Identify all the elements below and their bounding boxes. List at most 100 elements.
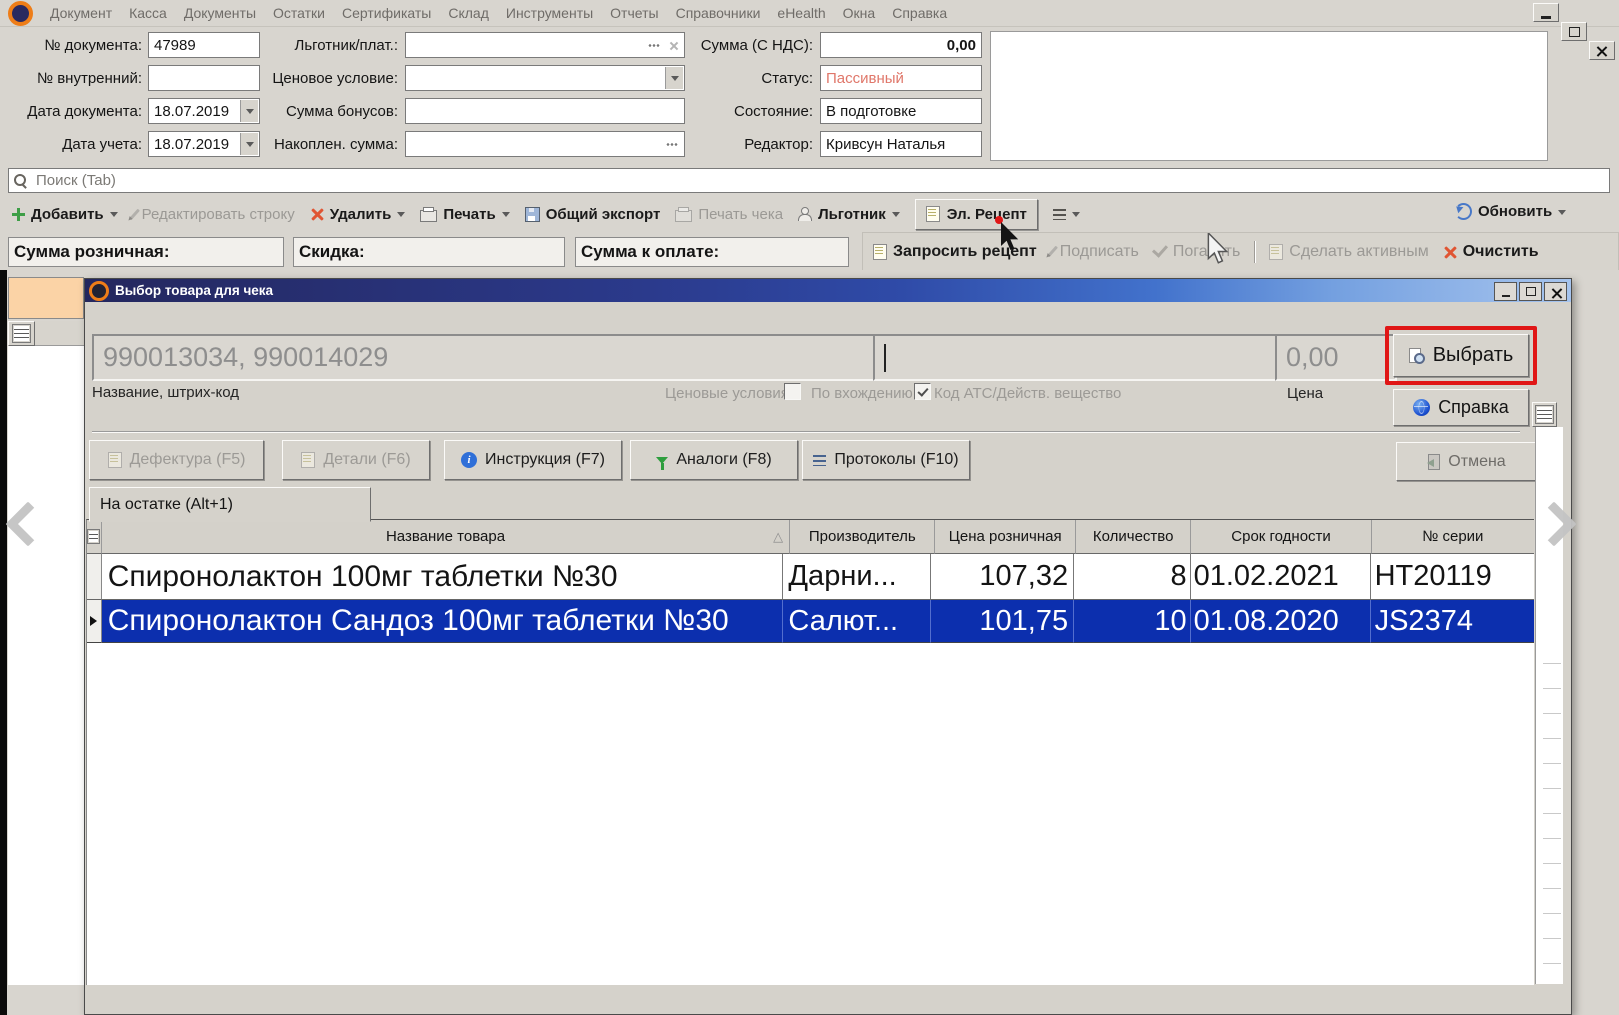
row-marker-cell [87,554,102,600]
tab-on-stock[interactable]: На остатке (Alt+1) [89,487,371,522]
search-input[interactable]: Поиск (Tab) [8,168,1610,193]
instruction-label: Инструкция (F7) [485,451,605,469]
window-minimize-button[interactable] [1533,3,1559,22]
status-label: Статус: [688,70,813,87]
window-close-button[interactable] [1589,41,1615,60]
window-restore-button[interactable] [1561,22,1587,41]
menu-item-kassa[interactable]: Касса [129,5,167,21]
price-conditions-checkbox[interactable] [784,383,801,400]
menu-item-ehealth[interactable]: eHealth [777,5,825,21]
select-button-label: Выбрать [1433,344,1514,367]
ellipsis-icon[interactable] [666,143,678,146]
internal-number-label: № внутренний: [8,70,142,87]
by-occurrence-label: По вхождению [811,385,913,402]
doc-number-field[interactable]: 47989 [148,32,260,58]
select-button[interactable]: Выбрать [1393,334,1529,377]
price-condition-field[interactable] [405,65,685,91]
price-condition-dropdown-button[interactable] [665,67,683,89]
door-icon [1428,454,1440,470]
doc-date-field[interactable]: 18.07.2019 [148,98,260,124]
dialog-price-field[interactable]: 0,00 [1275,334,1397,381]
dialog-price-value: 0,00 [1286,342,1339,373]
menu-item-reports[interactable]: Отчеты [610,5,658,21]
make-active-label: Сделать активным [1289,243,1428,261]
cancel-label: Отмена [1448,453,1505,471]
header-producer[interactable]: Производитель [790,520,935,554]
restore-icon [1569,27,1580,37]
sign-label: Подписать [1060,243,1139,261]
ellipsis-icon[interactable] [648,44,660,47]
product-select-dialog: Выбор товара для чека 990013034, 9900140… [84,278,1572,1015]
e-prescription-label: Эл. Рецепт [947,206,1027,223]
print-button[interactable]: Печать [420,206,509,223]
beneficiary-button[interactable]: Льготник [798,206,900,223]
instruction-button[interactable]: i Инструкция (F7) [444,440,622,480]
dialog-minimize-button[interactable] [1494,282,1517,301]
menu-item-document[interactable]: Документ [50,5,112,21]
analogs-label: Аналоги (F8) [676,451,771,469]
delete-button[interactable]: Удалить [310,206,406,223]
beneficiary-field[interactable] [405,32,685,58]
header-quantity[interactable]: Количество [1076,520,1192,554]
dialog-maximize-button[interactable] [1519,282,1542,301]
dialog-title-bar[interactable]: Выбор товара для чека [85,279,1571,302]
header-retail-price[interactable]: Цена розничная [935,520,1075,554]
edit-row-button: Редактировать строку [133,206,295,223]
dialog-close-button[interactable] [1544,282,1567,301]
analogs-button[interactable]: Аналоги (F8) [630,440,798,480]
menu-item-okna[interactable]: Окна [843,5,876,21]
menu-item-certificates[interactable]: Сертификаты [342,5,431,21]
menu-item-documents[interactable]: Документы [184,5,256,21]
beneficiary-label: Льготник/плат.: [250,37,398,54]
cancel-button[interactable]: Отмена [1396,442,1538,481]
bonus-sum-field[interactable] [405,98,685,124]
grid-corner-button[interactable] [1532,402,1557,427]
printer-icon [675,210,692,222]
accum-sum-field[interactable] [405,131,685,157]
app-logo-icon [8,1,33,26]
defect-button: Дефектура (F5) [89,440,264,480]
status-field: Пассивный [820,65,982,91]
doc-date-value: 18.07.2019 [154,103,229,120]
notes-panel[interactable] [990,31,1548,161]
search-icon [13,173,28,188]
doc-date-label: Дата документа: [8,103,142,120]
header-product-name[interactable]: Название товара△ [102,520,790,554]
menu-item-spravka[interactable]: Справка [892,5,947,21]
protocols-button[interactable]: Протоколы (F10) [802,440,970,480]
internal-number-field[interactable] [148,65,260,91]
current-row-icon [90,616,97,626]
dialog-search-input[interactable]: 990013034, 990014029 [92,334,875,381]
dialog-logo-icon [89,281,109,301]
clear-field-icon[interactable] [669,41,678,50]
list-menu-button[interactable] [1053,207,1080,221]
cell-retail-price: 101,75 [931,600,1074,643]
menu-item-ostatki[interactable]: Остатки [273,5,325,21]
printer-icon [420,210,437,222]
payable-sum-label: Сумма к оплате: [581,242,719,262]
table-row-selected[interactable]: Спиронолактон Сандоз 100мг таблетки №30 … [87,600,1534,643]
refresh-button[interactable]: Обновить [1455,203,1566,220]
make-active-button: Сделать активным [1269,243,1428,261]
by-occurrence-checkbox[interactable] [914,383,931,400]
clear-button[interactable]: Очистить [1443,243,1539,261]
header-marker-cell[interactable] [87,520,102,554]
export-button[interactable]: Общий экспорт [525,206,661,223]
cell-expiry: 01.08.2020 [1191,600,1371,643]
menu-item-spravochniki[interactable]: Справочники [676,5,761,21]
add-button[interactable]: Добавить [12,206,118,223]
export-label: Общий экспорт [546,206,661,223]
list-icon [1053,209,1066,220]
reg-date-field[interactable]: 18.07.2019 [148,131,260,157]
chevron-down-icon [1072,212,1080,221]
menu-item-sklad[interactable]: Склад [448,5,489,21]
header-series[interactable]: № серии [1372,520,1534,554]
menu-item-instruments[interactable]: Инструменты [506,5,593,21]
header-expiry[interactable]: Срок годности [1191,520,1371,554]
dialog-secondary-input[interactable] [873,334,1287,381]
help-button-label: Справка [1438,397,1509,418]
grid-corner-button[interactable] [8,321,35,346]
table-row[interactable]: Спиронолактон 100мг таблетки №30 Дарни..… [87,554,1534,600]
help-button[interactable]: Справка [1393,389,1529,426]
chevron-down-icon [110,212,118,221]
